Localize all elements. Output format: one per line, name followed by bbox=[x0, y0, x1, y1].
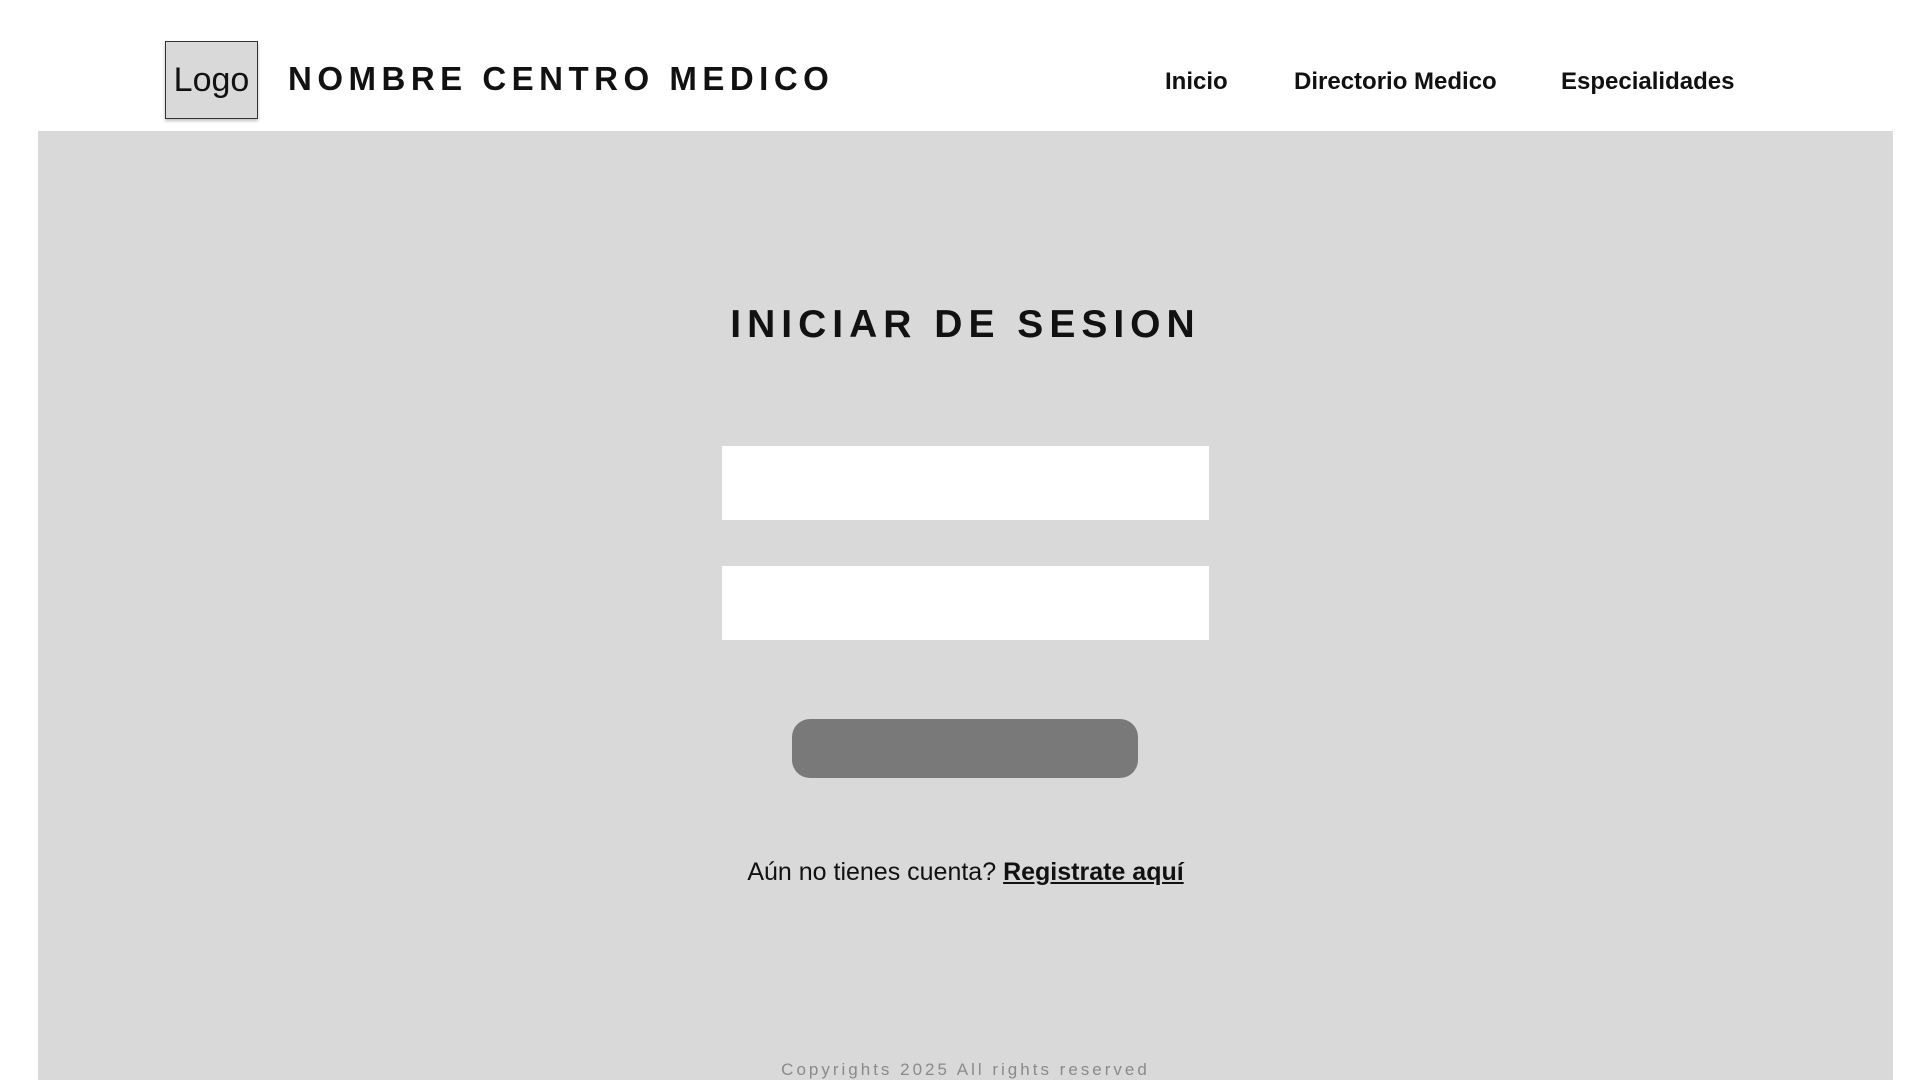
register-prompt-text: Aún no tienes cuenta? bbox=[747, 858, 997, 886]
username-input[interactable] bbox=[722, 446, 1209, 520]
nav-link-directorio-medico[interactable]: Directorio Medico bbox=[1294, 68, 1497, 96]
register-link[interactable]: Registrate aquí bbox=[1003, 858, 1184, 886]
login-panel: INICIAR DE SESION Aún no tienes cuenta? … bbox=[38, 131, 1893, 1080]
nav-link-inicio[interactable]: Inicio bbox=[1165, 68, 1228, 96]
footer-copyright: Copyrights 2025 All rights reserved bbox=[781, 1060, 1150, 1079]
login-title: INICIAR DE SESION bbox=[730, 303, 1201, 346]
register-prompt-line: Aún no tienes cuenta? Registrate aquí bbox=[38, 858, 1893, 887]
password-input[interactable] bbox=[722, 566, 1209, 640]
main-nav: Inicio Directorio Medico Especialidades bbox=[0, 68, 1920, 98]
login-submit-button[interactable] bbox=[792, 719, 1138, 778]
site-header: Logo NOMBRE CENTRO MEDICO Inicio Directo… bbox=[0, 0, 1920, 131]
nav-link-especialidades[interactable]: Especialidades bbox=[1561, 68, 1734, 96]
